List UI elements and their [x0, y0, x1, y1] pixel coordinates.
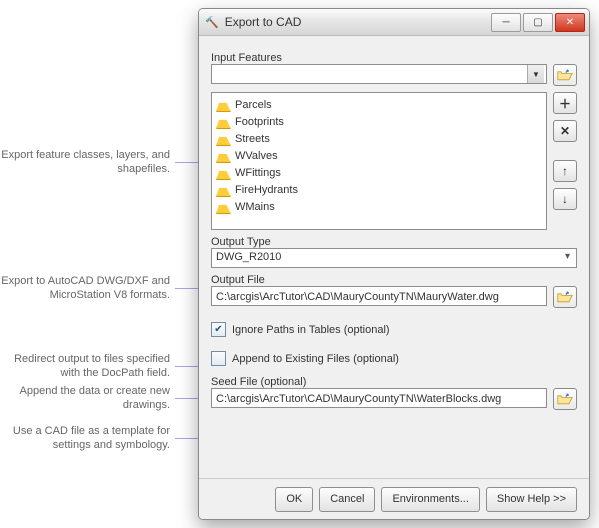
folder-open-icon: [557, 290, 573, 304]
add-feature-button[interactable]: ＋: [553, 92, 577, 114]
layer-icon: [216, 167, 231, 180]
move-up-button[interactable]: ↑: [553, 160, 577, 182]
titlebar-icon: 🔨: [205, 16, 219, 29]
input-features-dropdown[interactable]: [211, 64, 547, 84]
label-output-file: Output File: [211, 274, 577, 286]
label-append: Append to Existing Files (optional): [232, 353, 399, 365]
seed-file-input[interactable]: C:\arcgis\ArcTutor\CAD\MauryCountyTN\Wat…: [211, 388, 547, 408]
list-item[interactable]: Footprints: [214, 114, 544, 131]
output-type-select[interactable]: DWG_R2010: [211, 248, 577, 268]
list-item[interactable]: WMains: [214, 199, 544, 216]
minimize-button[interactable]: ─: [491, 13, 521, 32]
list-item[interactable]: Parcels: [214, 97, 544, 114]
callout-3: Redirect output to files specified with …: [0, 352, 170, 380]
list-item-label: FireHydrants: [235, 183, 298, 198]
callout-4: Append the data or create new drawings.: [0, 384, 170, 412]
layer-icon: [216, 201, 231, 214]
list-item-label: Footprints: [235, 115, 284, 130]
browse-seed-button[interactable]: [553, 388, 577, 410]
layer-icon: [216, 116, 231, 129]
environments-button[interactable]: Environments...: [381, 487, 479, 512]
label-seed-file: Seed File (optional): [211, 376, 577, 388]
maximize-button[interactable]: ▢: [523, 13, 553, 32]
list-item-label: WFittings: [235, 166, 281, 181]
move-down-button[interactable]: ↓: [553, 188, 577, 210]
callout-text: Use a CAD file as a template for setting…: [13, 425, 170, 451]
input-features-list[interactable]: Parcels Footprints Streets WValves WFitt…: [211, 92, 547, 230]
layer-icon: [216, 99, 231, 112]
list-item[interactable]: WValves: [214, 148, 544, 165]
ok-button[interactable]: OK: [275, 487, 313, 512]
plus-icon: ＋: [559, 95, 571, 112]
checkbox-append[interactable]: [211, 351, 226, 366]
callout-text: Export to AutoCAD DWG/DXF and MicroStati…: [1, 275, 170, 301]
label-ignore-paths: Ignore Paths in Tables (optional): [232, 324, 390, 336]
button-label: Environments...: [392, 493, 468, 505]
list-item-label: Parcels: [235, 98, 272, 113]
remove-feature-button[interactable]: ✕: [553, 120, 577, 142]
checkbox-ignore-paths[interactable]: ✔: [211, 322, 226, 337]
callout-5: Use a CAD file as a template for setting…: [0, 424, 170, 452]
layer-icon: [216, 184, 231, 197]
window-title: Export to CAD: [225, 15, 491, 29]
arrow-down-icon: ↓: [562, 192, 568, 206]
arrow-up-icon: ↑: [562, 164, 568, 178]
seed-file-value: C:\arcgis\ArcTutor\CAD\MauryCountyTN\Wat…: [216, 393, 501, 405]
list-item-label: Streets: [235, 132, 270, 147]
callout-text: Export feature classes, layers, and shap…: [1, 149, 170, 175]
browse-output-button[interactable]: [553, 286, 577, 308]
callout-1: Export feature classes, layers, and shap…: [0, 148, 170, 176]
output-type-value: DWG_R2010: [216, 251, 281, 263]
button-label: OK: [286, 493, 302, 505]
label-input-features: Input Features: [211, 52, 577, 64]
dialog-export-to-cad: 🔨 Export to CAD ─ ▢ ✕ Input Features Par…: [198, 8, 590, 520]
titlebar: 🔨 Export to CAD ─ ▢ ✕: [199, 9, 589, 36]
list-item-label: WValves: [235, 149, 278, 164]
output-file-input[interactable]: C:\arcgis\ArcTutor\CAD\MauryCountyTN\Mau…: [211, 286, 547, 306]
button-label: Show Help >>: [497, 493, 566, 505]
dialog-button-bar: OK Cancel Environments... Show Help >>: [199, 478, 589, 519]
folder-open-icon: [557, 392, 573, 406]
layer-icon: [216, 133, 231, 146]
callout-text: Append the data or create new drawings.: [20, 385, 170, 411]
layer-icon: [216, 150, 231, 163]
label-output-type: Output Type: [211, 236, 577, 248]
list-item-label: WMains: [235, 200, 275, 215]
folder-open-icon: [557, 68, 573, 82]
callout-text: Redirect output to files specified with …: [14, 353, 170, 379]
close-button[interactable]: ✕: [555, 13, 585, 32]
list-item[interactable]: WFittings: [214, 165, 544, 182]
browse-input-button[interactable]: [553, 64, 577, 86]
callout-2: Export to AutoCAD DWG/DXF and MicroStati…: [0, 274, 170, 302]
x-icon: ✕: [560, 124, 570, 138]
show-help-button[interactable]: Show Help >>: [486, 487, 577, 512]
button-label: Cancel: [330, 493, 364, 505]
output-file-value: C:\arcgis\ArcTutor\CAD\MauryCountyTN\Mau…: [216, 291, 499, 303]
list-item[interactable]: Streets: [214, 131, 544, 148]
list-item[interactable]: FireHydrants: [214, 182, 544, 199]
cancel-button[interactable]: Cancel: [319, 487, 375, 512]
